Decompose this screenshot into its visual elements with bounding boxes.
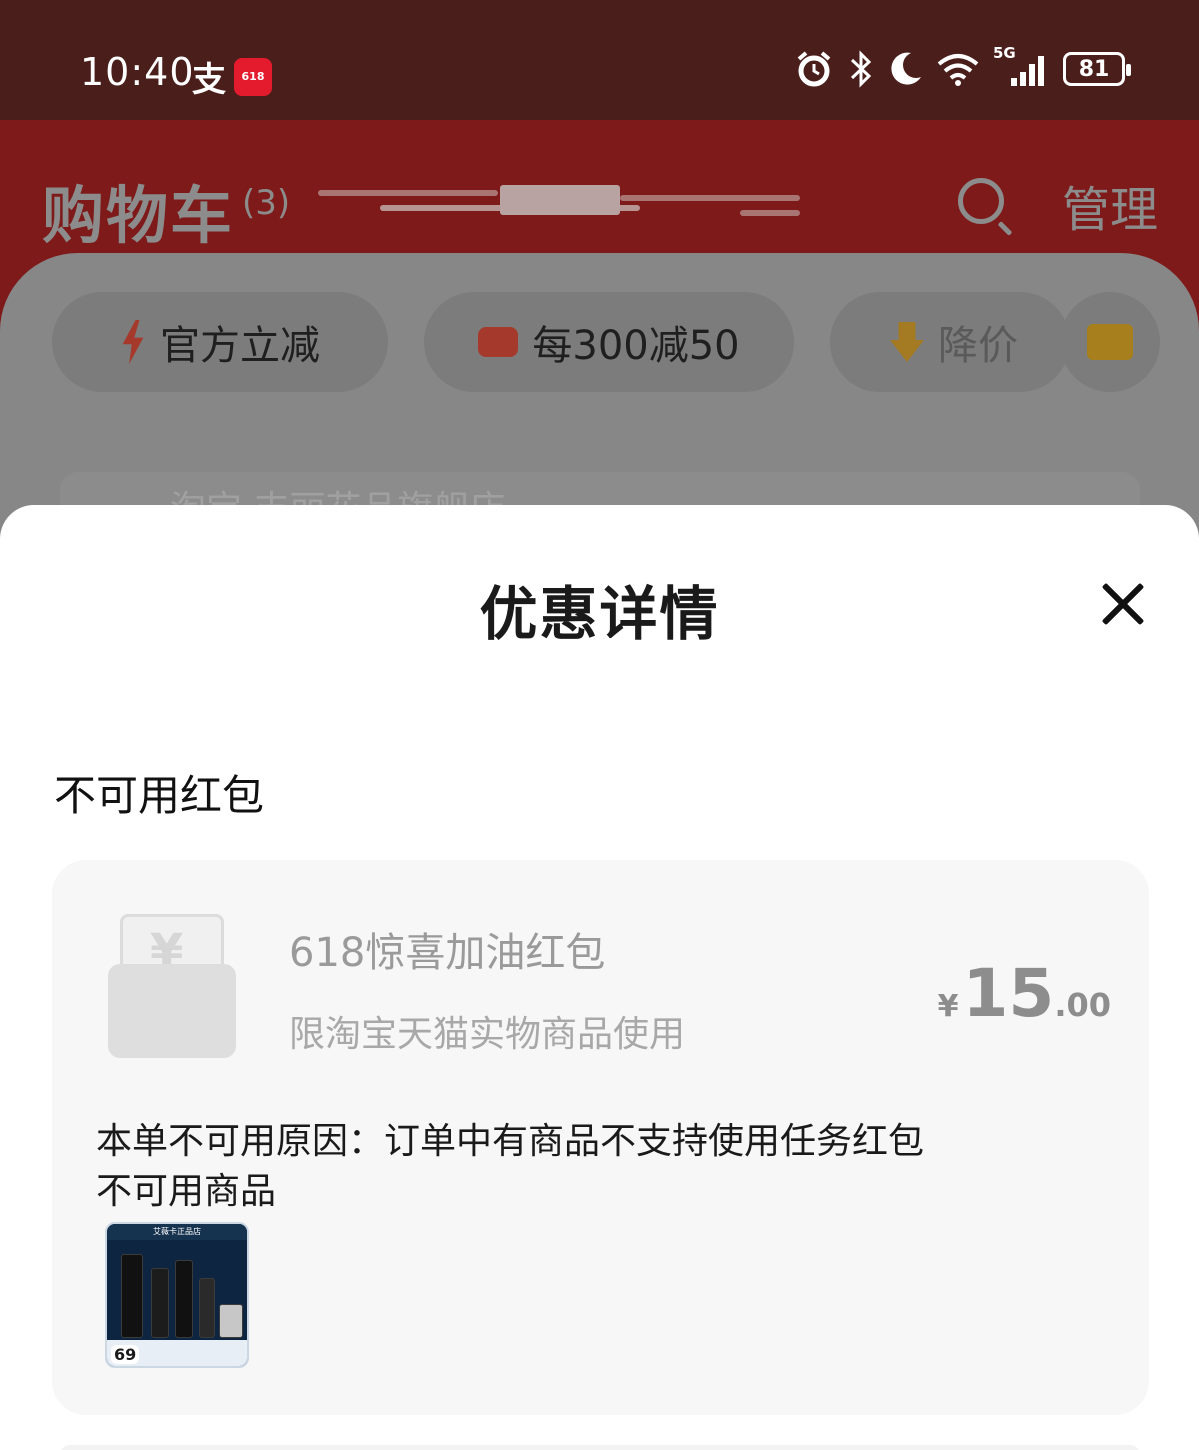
filter-chip-folder[interactable]	[1060, 292, 1160, 392]
filter-chip-price-drop[interactable]: 降价	[830, 292, 1070, 392]
coupon-name: 618惊喜加油红包	[289, 930, 606, 976]
filter-chip-300-minus-50[interactable]: 每300减50	[424, 292, 794, 392]
next-card-edge	[60, 1445, 1140, 1450]
taobao-618-icon: 618	[234, 57, 272, 96]
coupon-description: 限淘宝天猫实物商品使用	[289, 1014, 686, 1055]
alarm-icon	[797, 51, 831, 87]
folder-icon	[1087, 324, 1133, 360]
close-icon[interactable]	[1098, 579, 1148, 629]
currency-symbol: ¥	[937, 989, 959, 1024]
amount-decimal: .00	[1054, 986, 1111, 1024]
manage-button[interactable]: 管理	[1062, 170, 1158, 240]
status-bar: 10:40 支 618 5G 81	[0, 0, 1199, 120]
chip-label: 官方立减	[160, 323, 320, 369]
status-left-icons: 支 618	[192, 52, 272, 101]
price-down-icon	[890, 322, 924, 362]
filter-chip-official-discount[interactable]: 官方立减	[52, 292, 388, 392]
alipay-icon: 支	[192, 60, 226, 100]
wifi-icon	[937, 54, 979, 86]
moon-icon	[891, 52, 921, 85]
product-thumbnail[interactable]: 艾薇卡正品店 69	[105, 1222, 249, 1368]
section-title-unavailable: 不可用红包	[54, 771, 265, 820]
unavailable-reason: 本单不可用原因：订单中有商品不支持使用任务红包	[96, 1121, 925, 1162]
coupon-card: ¥ 618惊喜加油红包 限淘宝天猫实物商品使用 ¥ 15 .00 本单不可用原因…	[52, 860, 1149, 1415]
bolt-icon	[122, 320, 144, 364]
battery-icon: 81	[1063, 52, 1131, 86]
thumb-price: 69	[111, 1345, 140, 1364]
sheet-title: 优惠详情	[479, 580, 720, 648]
search-icon[interactable]	[958, 178, 1004, 224]
shop-icon	[478, 327, 519, 357]
bluetooth-icon	[850, 50, 872, 88]
cart-count: (3)	[242, 183, 291, 223]
unavailable-products-label: 不可用商品	[96, 1171, 277, 1212]
coupon-amount: ¥ 15 .00	[938, 955, 1111, 1032]
signal-icon: 5G	[993, 44, 1049, 88]
status-time: 10:40	[80, 50, 195, 94]
discount-detail-sheet: 优惠详情 不可用红包 ¥ 618惊喜加油红包 限淘宝天猫实物商品使用 ¥ 15 …	[0, 505, 1199, 1450]
chip-label: 每300减50	[532, 323, 740, 369]
amount-integer: 15	[962, 955, 1055, 1032]
thumb-store-name: 艾薇卡正品店	[107, 1224, 247, 1240]
cart-title: 购物车	[42, 179, 235, 252]
chip-label: 降价	[938, 323, 1018, 369]
status-right-icons: 5G 81	[795, 44, 1131, 88]
wallet-icon: ¥	[108, 910, 236, 1058]
